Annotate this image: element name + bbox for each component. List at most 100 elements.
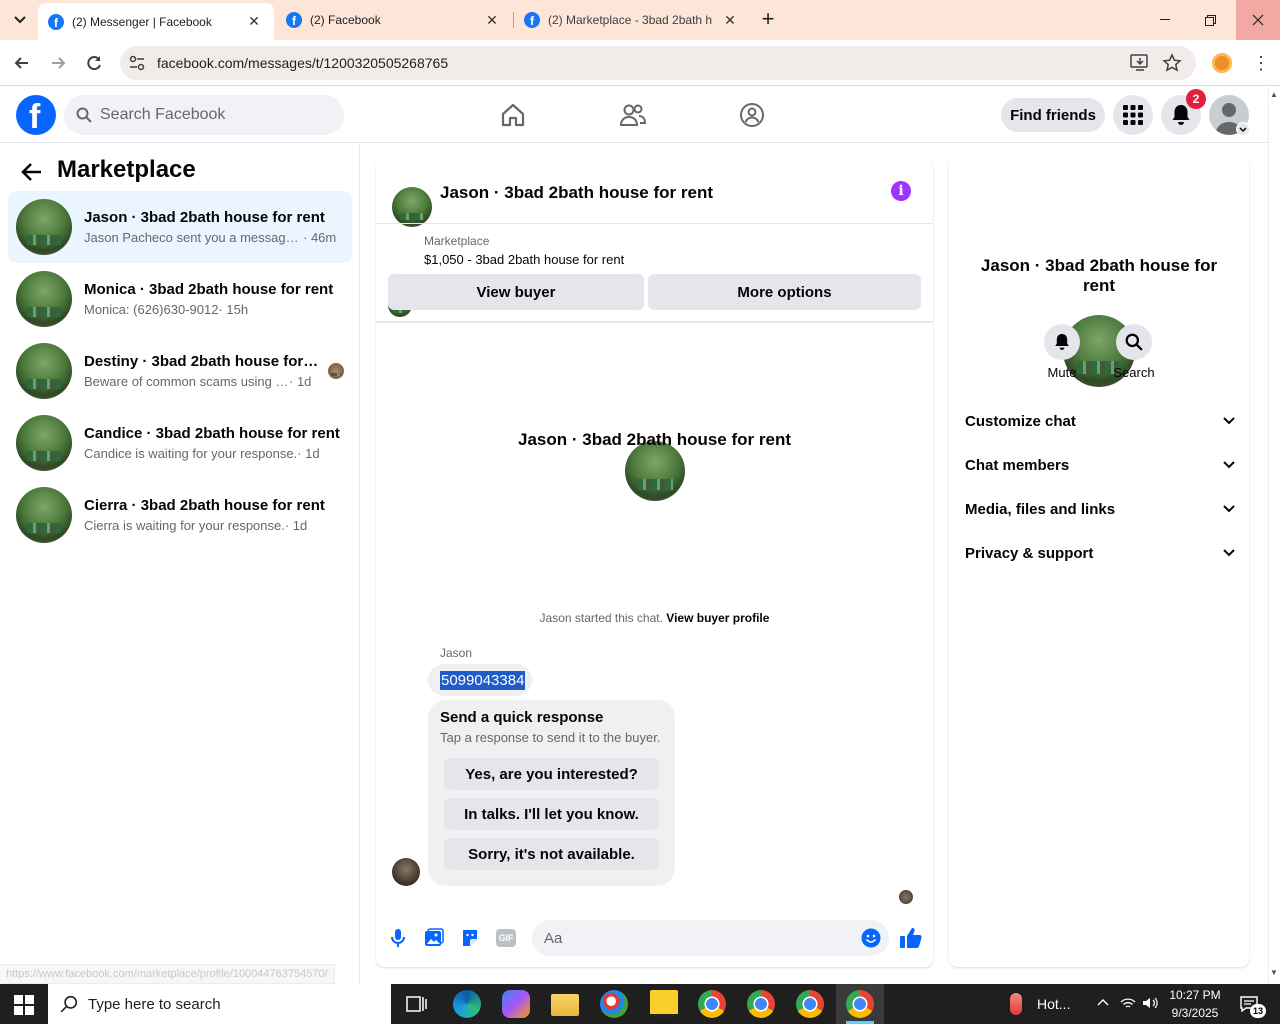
media-files-links-row[interactable]: Media, files and links: [965, 495, 1235, 523]
start-button[interactable]: [14, 995, 34, 1015]
network-icon[interactable]: [1120, 996, 1136, 1010]
back-button[interactable]: [12, 53, 32, 73]
info-button[interactable]: i: [891, 181, 911, 201]
conversation-avatar: [16, 343, 72, 399]
chrome-taskbar-icon-2[interactable]: [747, 990, 775, 1018]
search-chat-button[interactable]: [1116, 324, 1152, 360]
nav-groups[interactable]: [739, 102, 765, 128]
conversation-item[interactable]: Jason · 3bad 2bath house for rent Jason …: [8, 191, 352, 263]
sticky-notes-taskbar-icon[interactable]: [650, 990, 678, 1018]
quick-response-subtitle: Tap a response to send it to the buyer.: [440, 730, 661, 745]
section-label: Media, files and links: [965, 500, 1116, 518]
chevron-down-icon: [1223, 417, 1235, 425]
customize-chat-row[interactable]: Customize chat: [965, 407, 1235, 435]
conversation-item[interactable]: Candice · 3bad 2bath house for rent Cand…: [8, 407, 352, 479]
file-explorer-taskbar-icon[interactable]: [551, 994, 579, 1016]
section-label: Customize chat: [965, 412, 1076, 430]
minimize-button[interactable]: [1145, 0, 1185, 40]
quick-response-button[interactable]: Sorry, it's not available.: [444, 838, 659, 870]
message-text[interactable]: 5099043384: [440, 671, 526, 690]
gif-button[interactable]: GIF: [496, 929, 516, 947]
facebook-search-bar[interactable]: Search Facebook: [64, 95, 344, 135]
page-scrollbar[interactable]: [1268, 87, 1280, 984]
nav-friends[interactable]: [619, 102, 647, 128]
forward-button[interactable]: [48, 53, 68, 73]
weather-icon[interactable]: [1010, 993, 1022, 1015]
browser-tab-facebook[interactable]: f (2) Facebook ✕: [276, 0, 512, 40]
grid-menu-icon: [1123, 105, 1143, 125]
install-app-icon[interactable]: [1130, 54, 1150, 72]
conversation-item[interactable]: Monica · 3bad 2bath house for rent Monic…: [8, 263, 352, 335]
scroll-down-arrow-icon[interactable]: ▼: [1268, 968, 1280, 978]
facebook-favicon-icon: f: [524, 12, 540, 28]
chat-members-row[interactable]: Chat members: [965, 451, 1235, 479]
browser-tab-marketplace[interactable]: f (2) Marketplace - 3bad 2bath h ✕: [514, 0, 750, 40]
facebook-logo[interactable]: f: [16, 95, 56, 135]
status-url: https://www.facebook.com/marketplace/pro…: [0, 964, 335, 984]
clock-date[interactable]: 9/3/2025: [1163, 1006, 1227, 1020]
close-tab-icon[interactable]: ✕: [246, 13, 262, 30]
close-tab-icon[interactable]: ✕: [722, 12, 738, 29]
tray-overflow-icon[interactable]: [1096, 996, 1110, 1010]
copilot-taskbar-icon[interactable]: [502, 990, 530, 1018]
menu-button[interactable]: [1113, 95, 1153, 135]
chevron-down-icon: [14, 16, 26, 24]
taskbar-search[interactable]: Type here to search: [48, 984, 391, 1024]
chat-title[interactable]: Jason · 3bad 2bath house for rent: [440, 183, 713, 203]
back-arrow-button[interactable]: [20, 160, 44, 184]
task-view-button[interactable]: [405, 994, 427, 1014]
bookmark-star-icon[interactable]: [1162, 53, 1182, 73]
like-button[interactable]: [899, 926, 923, 950]
clock-time[interactable]: 10:27 PM: [1163, 988, 1227, 1002]
voice-clip-button[interactable]: [389, 928, 407, 948]
quick-response-button[interactable]: In talks. I'll let you know.: [444, 798, 659, 830]
conversation-time: · 46m: [303, 230, 337, 245]
browser-tab-messenger[interactable]: f (2) Messenger | Facebook ✕: [38, 3, 274, 40]
listing-description[interactable]: $1,050 - 3bad 2bath house for rent: [424, 252, 624, 267]
message-composer[interactable]: [532, 920, 889, 956]
mute-button[interactable]: [1044, 324, 1080, 360]
restore-button[interactable]: [1190, 0, 1230, 40]
site-settings-icon[interactable]: [128, 54, 146, 72]
more-options-button[interactable]: More options: [648, 274, 921, 310]
nav-home[interactable]: [500, 102, 526, 128]
conversation-avatar: [16, 487, 72, 543]
browser-menu-icon[interactable]: ⋮: [1252, 53, 1270, 73]
reload-button[interactable]: [84, 53, 104, 73]
chrome-taskbar-icon-1[interactable]: [698, 990, 726, 1018]
account-chevron-icon[interactable]: [1236, 122, 1250, 136]
attach-media-button[interactable]: [424, 928, 444, 948]
tab-search-button[interactable]: [10, 10, 30, 30]
emoji-button[interactable]: [861, 928, 881, 948]
conversation-time: · 1d: [284, 518, 308, 533]
tab-title: (2) Facebook: [310, 13, 381, 27]
conversation-item[interactable]: Destiny · 3bad 2bath house for r... Bewa…: [8, 335, 352, 407]
chrome-taskbar-icon-3[interactable]: [796, 990, 824, 1018]
view-buyer-button[interactable]: View buyer: [388, 274, 644, 310]
restore-icon: [1204, 14, 1216, 26]
url-text[interactable]: facebook.com/messages/t/1200320505268765: [157, 55, 448, 71]
chat-header-avatar[interactable]: [392, 187, 432, 227]
conversation-item[interactable]: Cierra · 3bad 2bath house for rent Cierr…: [8, 479, 352, 551]
weather-text[interactable]: Hot...: [1037, 996, 1070, 1012]
close-window-button[interactable]: [1236, 0, 1280, 40]
facebook-favicon-icon: f: [48, 13, 64, 30]
mute-label: Mute: [1047, 365, 1077, 380]
close-tab-icon[interactable]: ✕: [484, 12, 500, 29]
details-name: Jason · 3bad 2bath house for rent: [980, 256, 1218, 295]
volume-icon[interactable]: [1142, 996, 1158, 1010]
quick-response-button[interactable]: Yes, are you interested?: [444, 758, 659, 790]
scroll-up-arrow-icon[interactable]: ▲: [1268, 90, 1280, 100]
edge-taskbar-icon[interactable]: [453, 990, 481, 1018]
conversation-preview: Beware of common scams using p...: [84, 374, 289, 389]
profile-icon[interactable]: [1212, 53, 1232, 73]
view-buyer-profile-link[interactable]: View buyer profile: [666, 611, 769, 625]
chrome-taskbar-icon-active[interactable]: [846, 990, 874, 1018]
new-tab-button[interactable]: +: [758, 8, 778, 32]
conversation-avatar: [16, 271, 72, 327]
paint-taskbar-icon[interactable]: [600, 990, 628, 1018]
find-friends-button[interactable]: Find friends: [1001, 98, 1105, 132]
privacy-support-row[interactable]: Privacy & support: [965, 539, 1235, 567]
sticker-button[interactable]: [460, 928, 480, 948]
smiley-icon: [861, 928, 881, 948]
